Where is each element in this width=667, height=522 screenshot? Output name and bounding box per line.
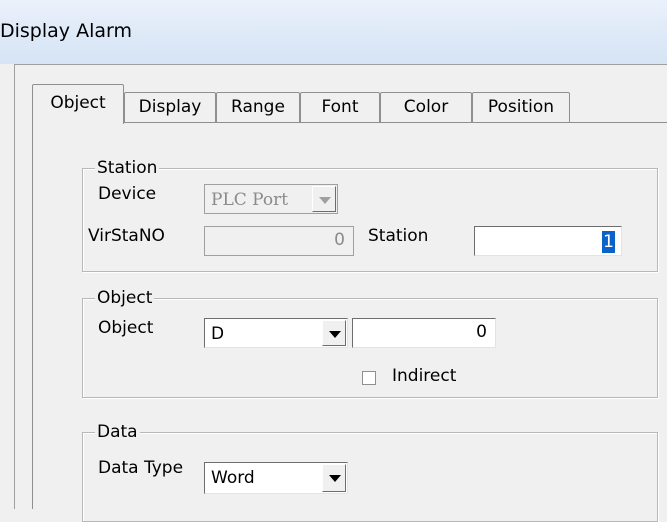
tab-object[interactable]: Object [32, 84, 124, 124]
indirect-checkbox[interactable] [362, 371, 376, 385]
tab-range-label: Range [231, 97, 285, 117]
station-group: Station [82, 158, 658, 272]
tab-display[interactable]: Display [124, 92, 216, 122]
tab-position-label: Position [487, 97, 555, 117]
station-label: Station [368, 226, 429, 246]
data-group-title: Data [95, 422, 140, 442]
window-title: Display Alarm [0, 20, 132, 42]
tab-color[interactable]: Color [380, 92, 472, 122]
station-group-title: Station [95, 158, 160, 178]
data-type-label: Data Type [98, 458, 184, 478]
object-group-title: Object [95, 288, 155, 308]
object-address-value: 0 [476, 322, 487, 342]
device-value: PLC Port [211, 190, 289, 210]
tab-range[interactable]: Range [216, 92, 300, 122]
data-type-select[interactable]: Word [204, 462, 348, 494]
station-input[interactable]: 1 [474, 226, 622, 256]
chevron-down-icon[interactable] [322, 464, 346, 492]
object-address-input[interactable]: 0 [352, 318, 496, 348]
tab-display-label: Display [138, 97, 202, 117]
object-label: Object [98, 318, 154, 338]
tab-color-label: Color [403, 97, 449, 117]
tab-position[interactable]: Position [472, 92, 570, 122]
tab-font[interactable]: Font [300, 92, 380, 122]
tab-object-label: Object [50, 93, 106, 113]
data-type-value: Word [211, 468, 255, 488]
indirect-label: Indirect [392, 366, 457, 386]
device-select[interactable]: PLC Port [204, 184, 338, 214]
virstano-label: VirStaNO [88, 226, 165, 246]
title-bar: Display Alarm [0, 0, 667, 64]
object-type-value: D [211, 324, 225, 344]
virstano-value: 0 [334, 230, 345, 250]
virstano-field[interactable]: 0 [204, 226, 354, 256]
chevron-down-icon[interactable] [322, 320, 346, 346]
station-value: 1 [602, 231, 615, 253]
tab-font-label: Font [321, 97, 359, 117]
chevron-down-icon[interactable] [312, 186, 336, 212]
object-type-select[interactable]: D [204, 318, 348, 348]
device-label: Device [98, 184, 157, 204]
